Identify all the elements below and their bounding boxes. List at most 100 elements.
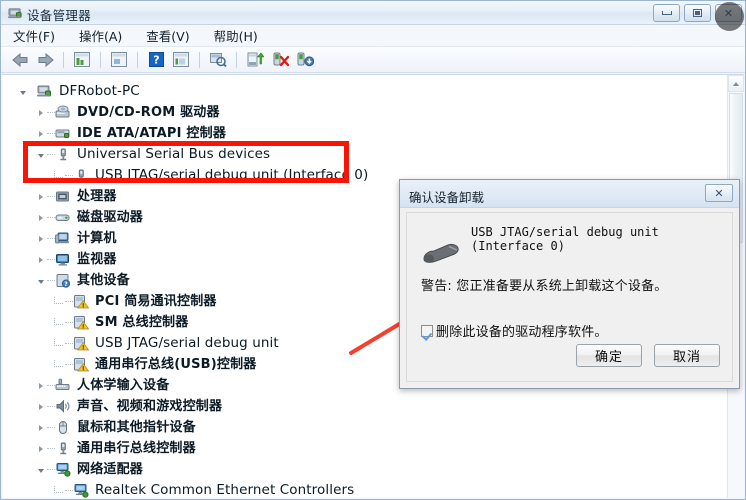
expand-collapse-chevron-right-icon[interactable] xyxy=(34,186,47,207)
tree-connector-dash xyxy=(65,343,73,344)
device-manager-screen: 设备管理器 ✕ 文件(F) 操作(A) 查看(V) 帮助(H) ? xyxy=(0,0,746,500)
tree-node-label: 声音、视频和游戏控制器 xyxy=(77,399,223,414)
tree-connector-dash xyxy=(47,448,55,449)
tree-connector-dash xyxy=(47,238,55,239)
expand-collapse-chevron-down-icon[interactable] xyxy=(34,270,47,291)
tree-node[interactable]: DFRobot-PC xyxy=(16,81,727,102)
ide-icon xyxy=(55,126,72,141)
expand-collapse-chevron-right-icon[interactable] xyxy=(34,396,47,417)
tree-connector-dash xyxy=(47,427,55,428)
maximize-button[interactable] xyxy=(684,4,711,22)
tree-connector-dash xyxy=(47,133,55,134)
expand-collapse-chevron-right-icon[interactable] xyxy=(34,375,47,396)
expand-collapse-chevron-right-icon[interactable] xyxy=(34,207,47,228)
tree-node-label: USB JTAG/serial debug unit xyxy=(95,334,279,351)
tree-connector-dash xyxy=(29,91,37,92)
toolbar-separator-3 xyxy=(137,51,138,68)
show-hidden-icon[interactable] xyxy=(71,49,93,71)
cancel-button[interactable]: 取消 xyxy=(654,344,720,367)
network-icon xyxy=(73,483,90,498)
expand-collapse-chevron-down-icon[interactable] xyxy=(16,81,29,102)
tree-leaf-connector xyxy=(52,312,65,333)
toolbar: ? xyxy=(1,47,745,73)
dialog-button-row: 确定 取消 xyxy=(576,344,720,367)
tree-connector-dash xyxy=(47,217,55,218)
uninstall-device-icon[interactable] xyxy=(269,49,291,71)
tree-node[interactable]: 鼠标和其他指针设备 xyxy=(16,417,727,438)
toolbar-separator-4 xyxy=(199,51,200,68)
tree-node-label: SM 总线控制器 xyxy=(95,315,189,330)
warning-device-icon xyxy=(73,294,90,309)
expand-collapse-chevron-right-icon[interactable] xyxy=(34,417,47,438)
expand-collapse-chevron-right-icon[interactable] xyxy=(34,102,47,123)
tree-node-label: 处理器 xyxy=(77,189,117,204)
dvd-icon xyxy=(55,105,72,120)
menu-item-file[interactable]: 文件(F) xyxy=(13,26,55,45)
tree-node[interactable]: Realtek Common Ethernet Controllers xyxy=(16,480,727,498)
help-icon[interactable]: ? xyxy=(145,49,167,71)
tree-connector-dash xyxy=(47,196,55,197)
dialog-device-name: USB JTAG/serial debug unit (Interface 0) xyxy=(471,225,659,253)
back-icon[interactable] xyxy=(9,49,31,71)
tree-node[interactable]: 声音、视频和游戏控制器 xyxy=(16,396,727,417)
tree-node[interactable]: DVD/CD-ROM 驱动器 xyxy=(16,102,727,123)
tree-node-label: 网络适配器 xyxy=(77,462,144,477)
dialog-title: 确认设备卸载 xyxy=(409,190,485,205)
processor-icon xyxy=(55,189,72,204)
computer-icon xyxy=(37,84,54,99)
usb-connector-icon xyxy=(423,243,459,263)
ok-button[interactable]: 确定 xyxy=(576,344,642,367)
tree-node-label: 计算机 xyxy=(77,231,117,246)
confirm-uninstall-dialog: 确认设备卸载 ✕ USB JTAG/serial debug unit (Int… xyxy=(399,179,740,389)
tree-connector-dash xyxy=(47,112,55,113)
tree-node-label: DFRobot-PC xyxy=(59,82,140,99)
sound-icon xyxy=(55,399,72,414)
svg-text:?: ? xyxy=(64,281,68,288)
warning-device-icon xyxy=(73,315,90,330)
tree-connector-dash xyxy=(47,469,55,470)
properties-icon[interactable] xyxy=(108,49,130,71)
expand-collapse-chevron-right-icon[interactable] xyxy=(34,228,47,249)
tree-node-label: PCI 简易通讯控制器 xyxy=(95,294,217,309)
tree-leaf-connector xyxy=(52,480,65,498)
tree-connector-dash xyxy=(47,385,55,386)
delete-driver-checkbox-row[interactable]: 删除此设备的驱动程序软件。 xyxy=(421,321,608,340)
dialog-title-bar: 确认设备卸载 ✕ xyxy=(400,180,739,208)
scan-hardware-icon[interactable] xyxy=(207,49,229,71)
dialog-warning-text: 警告: 您正准备要从系统上卸载这个设备。 xyxy=(421,279,668,294)
menu-item-help[interactable]: 帮助(H) xyxy=(214,26,258,45)
tree-node-label: 监视器 xyxy=(77,252,117,267)
expand-collapse-chevron-right-icon[interactable] xyxy=(34,249,47,270)
network-icon xyxy=(55,462,72,477)
tree-node-label: DVD/CD-ROM 驱动器 xyxy=(77,105,220,120)
tree-node[interactable]: 网络适配器 xyxy=(16,459,727,480)
pc-icon xyxy=(55,231,72,246)
minimize-button[interactable] xyxy=(653,4,680,22)
toolbar-separator-5 xyxy=(236,51,237,68)
tree-node-label: 鼠标和其他指针设备 xyxy=(77,420,196,435)
forward-icon[interactable] xyxy=(34,49,56,71)
tree-node-label: 人体学输入设备 xyxy=(77,378,170,393)
disk-icon xyxy=(55,210,72,225)
device-manager-icon xyxy=(8,8,22,19)
usb-icon xyxy=(55,441,72,456)
tree-connector-dash xyxy=(65,322,73,323)
menu-bar: 文件(F) 操作(A) 查看(V) 帮助(H) xyxy=(1,25,745,47)
tree-node-label: 磁盘驱动器 xyxy=(77,210,144,225)
disable-device-icon[interactable] xyxy=(294,49,316,71)
tree-connector-dash xyxy=(47,280,55,281)
menu-item-view[interactable]: 查看(V) xyxy=(146,26,189,45)
mouse-icon xyxy=(55,420,72,435)
menu-item-action[interactable]: 操作(A) xyxy=(79,26,122,45)
svg-text:?: ? xyxy=(153,54,159,67)
expand-collapse-chevron-right-icon[interactable] xyxy=(34,438,47,459)
update-driver-icon[interactable] xyxy=(244,49,266,71)
dialog-close-button[interactable]: ✕ xyxy=(705,184,733,202)
delete-driver-checkbox[interactable] xyxy=(421,324,433,337)
scroll-up-button[interactable] xyxy=(728,75,744,92)
view-icon[interactable] xyxy=(170,49,192,71)
expand-collapse-chevron-down-icon[interactable] xyxy=(34,459,47,480)
tree-node[interactable]: 通用串行总线控制器 xyxy=(16,438,727,459)
dialog-body: USB JTAG/serial debug unit (Interface 0)… xyxy=(406,212,733,382)
tree-connector-dash xyxy=(65,301,73,302)
